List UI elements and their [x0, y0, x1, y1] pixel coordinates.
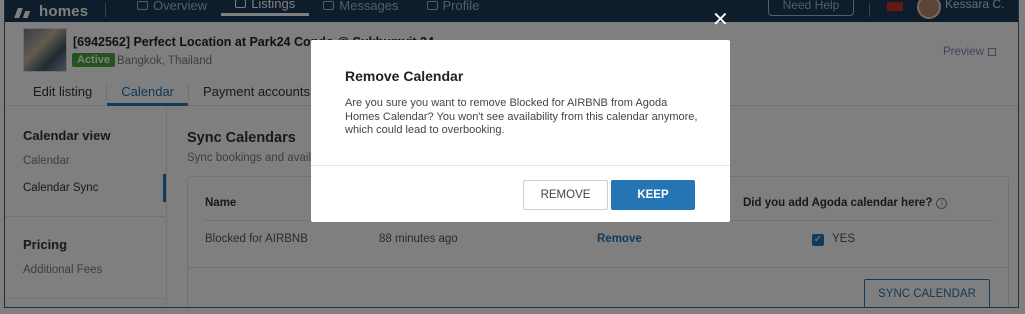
dialog-divider	[311, 165, 730, 166]
remove-calendar-dialog: Remove Calendar Are you sure you want to…	[311, 40, 730, 222]
keep-button[interactable]: KEEP	[611, 180, 695, 210]
dialog-message: Are you sure you want to remove Blocked …	[345, 97, 698, 136]
remove-button[interactable]: REMOVE	[523, 180, 608, 210]
close-icon[interactable]: ✕	[712, 10, 729, 30]
dialog-title: Remove Calendar	[345, 68, 464, 84]
